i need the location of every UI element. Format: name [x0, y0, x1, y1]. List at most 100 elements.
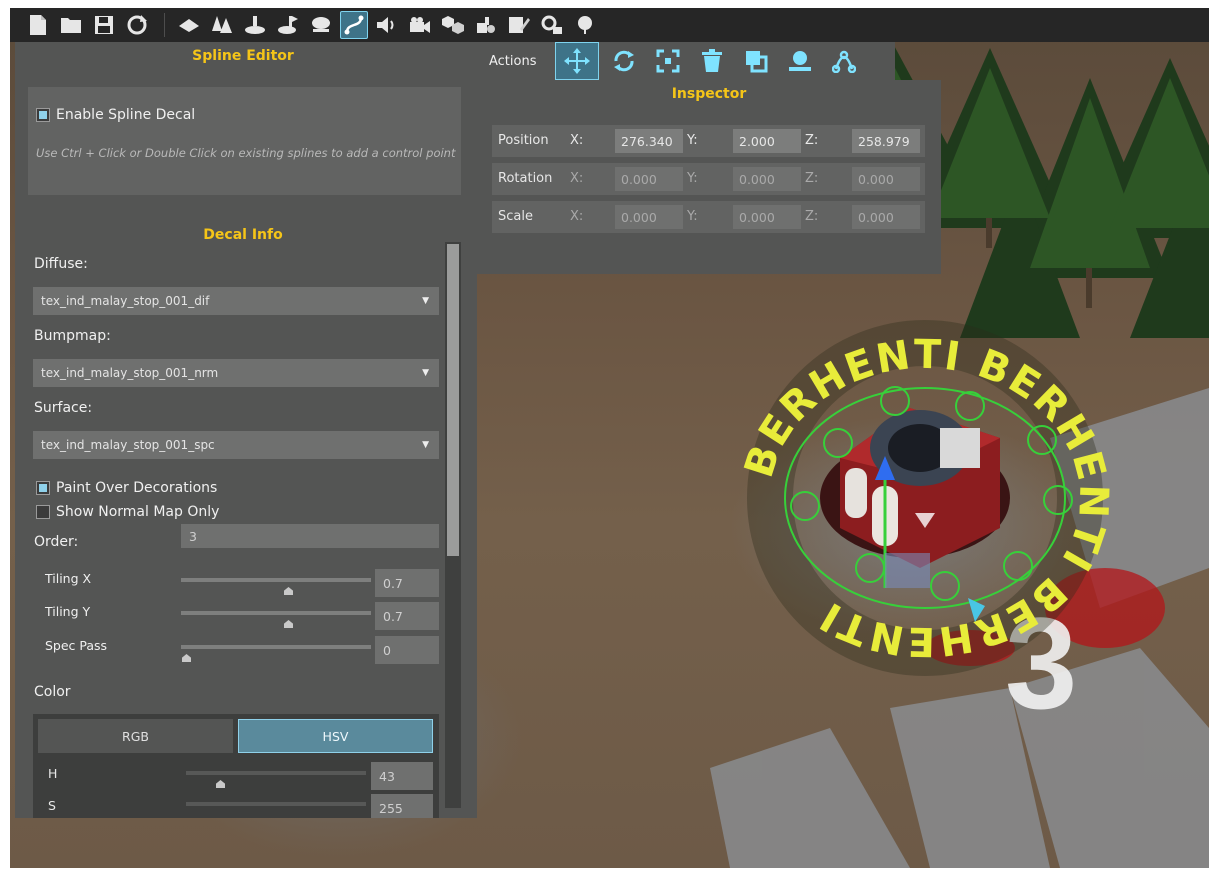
rotation-row: Rotation X: 0.000 Y: 0.000 Z: 0.000: [492, 163, 925, 195]
enable-spline-decal-label: Enable Spline Decal: [56, 107, 196, 123]
props-icon[interactable]: [472, 11, 500, 39]
paint-over-label: Paint Over Decorations: [56, 480, 218, 496]
cloud-icon[interactable]: [307, 11, 335, 39]
axis-z-label: Z:: [805, 133, 819, 148]
tree-alt-icon[interactable]: [571, 11, 599, 39]
normal-map-label: Show Normal Map Only: [56, 504, 220, 520]
inspector-title: Inspector: [671, 86, 747, 102]
snap-to-ground-icon[interactable]: [785, 46, 815, 76]
trees-icon[interactable]: [208, 11, 236, 39]
spec-pass-input[interactable]: 0: [375, 636, 439, 664]
chevron-down-icon: ▼: [422, 368, 429, 378]
show-normal-map-checkbox[interactable]: Show Normal Map Only: [36, 504, 219, 520]
main-toolbar: [10, 8, 1209, 42]
camera-icon[interactable]: [406, 11, 434, 39]
axis-x-label: X:: [570, 171, 584, 186]
rotation-z-input[interactable]: 0.000: [852, 167, 920, 191]
position-y-input[interactable]: 2.000: [733, 129, 801, 153]
tiling-x-input[interactable]: 0.7: [375, 569, 439, 597]
position-z-input[interactable]: 258.979: [852, 129, 920, 153]
open-folder-icon[interactable]: [57, 11, 85, 39]
scale-x-input[interactable]: 0.000: [615, 205, 683, 229]
duplicate-icon[interactable]: [741, 46, 771, 76]
surface-dropdown[interactable]: tex_ind_malay_stop_001_spc ▼: [33, 431, 439, 459]
tiling-y-slider[interactable]: [181, 611, 371, 615]
position-row: Position X: 276.340 Y: 2.000 Z: 258.979: [492, 125, 925, 157]
paint-over-decorations-checkbox[interactable]: Paint Over Decorations: [36, 480, 217, 496]
enable-spline-decal-checkbox[interactable]: Enable Spline Decal: [36, 107, 195, 123]
decal-info-title: Decal Info: [203, 227, 283, 243]
actions-label: Actions: [489, 53, 537, 69]
spawn-icon[interactable]: [274, 11, 302, 39]
object-icon[interactable]: [241, 11, 269, 39]
tab-rgb[interactable]: RGB: [38, 719, 233, 753]
rotation-y-input[interactable]: 0.000: [733, 167, 801, 191]
axis-z-label: Z:: [805, 171, 819, 186]
color-label: Color: [34, 684, 71, 700]
rotation-x-input[interactable]: 0.000: [615, 167, 683, 191]
checkbox-box: [36, 108, 50, 122]
refresh-icon[interactable]: [123, 11, 151, 39]
chevron-down-icon: ▼: [422, 296, 429, 306]
scale-row: Scale X: 0.000 Y: 0.000 Z: 0.000: [492, 201, 925, 233]
s-input[interactable]: 255: [371, 794, 433, 818]
tab-hsv[interactable]: HSV: [238, 719, 433, 753]
spline-editor-panel: Spline Editor Enable Spline Decal Use Ct…: [15, 42, 477, 818]
diffuse-dropdown[interactable]: tex_ind_malay_stop_001_dif ▼: [33, 287, 439, 315]
tiling-y-slider-handle[interactable]: [284, 620, 293, 628]
move-icon[interactable]: [554, 42, 599, 80]
diffuse-value: tex_ind_malay_stop_001_dif: [41, 294, 210, 308]
tiling-x-slider[interactable]: [181, 578, 371, 582]
terrain-icon[interactable]: [175, 11, 203, 39]
order-input[interactable]: 3: [181, 524, 439, 548]
bumpmap-dropdown[interactable]: tex_ind_malay_stop_001_nrm ▼: [33, 359, 439, 387]
scale-y-input[interactable]: 0.000: [733, 205, 801, 229]
save-icon[interactable]: [90, 11, 118, 39]
tiling-y-label: Tiling Y: [45, 604, 91, 619]
scale-icon[interactable]: [653, 46, 683, 76]
chevron-down-icon: ▼: [422, 440, 429, 450]
axis-y-label: Y:: [687, 171, 698, 186]
delete-icon[interactable]: [697, 46, 727, 76]
spec-pass-slider[interactable]: [181, 645, 371, 649]
position-x-input[interactable]: 276.340: [615, 129, 683, 153]
h-label: H: [48, 766, 58, 781]
checkbox-box: [36, 505, 50, 519]
spline-icon[interactable]: [340, 11, 368, 39]
inspector-panel: Inspector Position X: 276.340 Y: 2.000 Z…: [477, 80, 941, 274]
h-slider[interactable]: [186, 771, 366, 775]
resources-icon[interactable]: [439, 11, 467, 39]
s-label: S: [48, 798, 56, 813]
scrollbar-thumb[interactable]: [447, 244, 459, 556]
tiling-y-input[interactable]: 0.7: [375, 602, 439, 630]
s-slider[interactable]: [186, 802, 366, 806]
h-slider-handle[interactable]: [216, 780, 225, 788]
diffuse-label: Diffuse:: [34, 256, 88, 272]
actions-bar: Actions: [477, 42, 895, 80]
scale-z-input[interactable]: 0.000: [852, 205, 920, 229]
scale-label: Scale: [498, 209, 533, 224]
enable-spline-section: Enable Spline Decal Use Ctrl + Click or …: [28, 87, 461, 195]
bumpmap-label: Bumpmap:: [34, 328, 111, 344]
spline-editor-title: Spline Editor: [192, 48, 294, 64]
settings-icon[interactable]: [538, 11, 566, 39]
h-input[interactable]: 43: [371, 762, 433, 790]
position-label: Position: [498, 133, 549, 148]
rotation-label: Rotation: [498, 171, 553, 186]
panel-scrollbar[interactable]: [445, 242, 461, 808]
paint-icon[interactable]: [505, 11, 533, 39]
axis-y-label: Y:: [687, 209, 698, 224]
spline-hint-text: Use Ctrl + Click or Double Click on exis…: [36, 146, 456, 160]
spline-nodes-icon[interactable]: [829, 46, 859, 76]
spec-pass-slider-handle[interactable]: [182, 654, 191, 662]
tiling-x-slider-handle[interactable]: [284, 587, 293, 595]
color-picker: RGB HSV H 43 S 255: [33, 714, 439, 818]
new-file-icon[interactable]: [24, 11, 52, 39]
sound-icon[interactable]: [373, 11, 401, 39]
axis-x-label: X:: [570, 133, 584, 148]
checkbox-box: [36, 481, 50, 495]
order-label: Order:: [34, 534, 79, 550]
rotate-icon[interactable]: [609, 46, 639, 76]
tiling-x-label: Tiling X: [45, 571, 92, 586]
toolbar-separator: [164, 13, 165, 37]
